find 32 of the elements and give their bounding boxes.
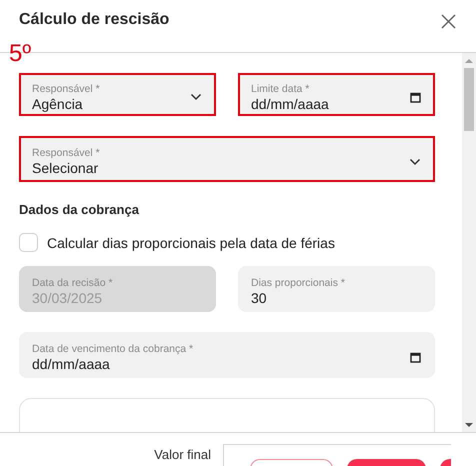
- dialog-title: Cálculo de rescisão: [19, 11, 170, 29]
- checkbox[interactable]: [19, 233, 38, 252]
- calendar-icon: [410, 352, 421, 363]
- scrollbar-thumb[interactable]: [464, 68, 474, 131]
- annotation-label: 5º: [9, 42, 32, 66]
- field-value: 30/03/2025: [32, 290, 104, 306]
- input-field[interactable]: Dias proporcionais * 30: [238, 266, 435, 312]
- field-label: Data da recisão *: [32, 277, 114, 289]
- date-field[interactable]: Limite data * dd/mm/aaaa: [238, 73, 435, 116]
- scroll-up-icon[interactable]: [465, 58, 473, 63]
- date-field[interactable]: Data de vencimento da cobrança * dd/mm/aaaa: [19, 332, 435, 378]
- field-value: dd/mm/aaaa: [251, 96, 330, 112]
- field-value: dd/mm/aaaa: [32, 356, 111, 372]
- chevron-down-icon: [190, 93, 202, 101]
- field-label: Responsável *: [32, 82, 101, 94]
- field-value: Agência: [32, 96, 84, 112]
- field-value: Selecionar: [32, 160, 100, 176]
- checkbox-label[interactable]: Calcular dias proporcionais pela data de férias: [47, 234, 335, 250]
- scrollbar[interactable]: [462, 53, 476, 432]
- select-field[interactable]: Responsável * Agência: [19, 73, 216, 116]
- calendar-icon: [410, 92, 421, 102]
- chevron-down-icon: [409, 158, 421, 166]
- field-label: Dias proporcionais *: [251, 277, 346, 289]
- close-icon[interactable]: [441, 14, 456, 28]
- field-label: Data de vencimento da cobrança *: [32, 343, 194, 355]
- field-value: 30: [251, 290, 268, 306]
- section-heading: Dados da cobrança: [19, 202, 140, 217]
- field-label: Responsável *: [32, 147, 101, 159]
- total-label: Valor final: [154, 447, 211, 464]
- select-field[interactable]: Responsável * Selecionar: [19, 136, 435, 182]
- scroll-down-icon[interactable]: [465, 423, 473, 428]
- field-label: Limite data *: [251, 82, 310, 94]
